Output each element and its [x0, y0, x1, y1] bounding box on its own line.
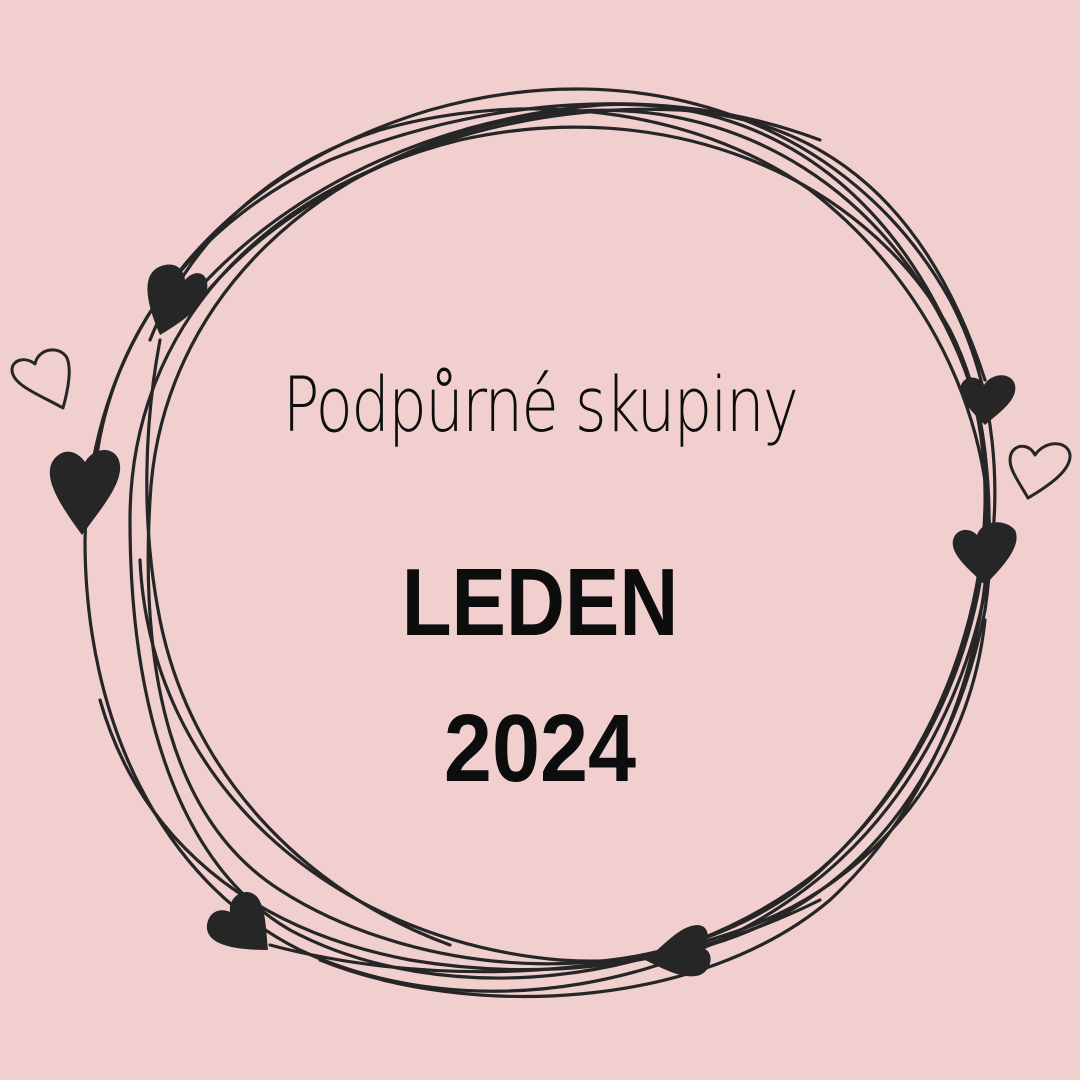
month-heading: LEDEN: [401, 549, 679, 656]
wreath-line: [146, 108, 987, 966]
wreath-line: [83, 87, 997, 993]
wreath-line: [198, 107, 987, 382]
wreath-line: [138, 107, 992, 963]
heart-outline-icon: [1008, 442, 1072, 500]
heart-icon: [49, 449, 121, 535]
heart-icon: [147, 264, 208, 335]
heart-outline-icon: [10, 348, 71, 410]
subtitle-text: Podpůrné skupiny: [282, 360, 799, 449]
wreath-lines: [83, 87, 997, 998]
poster: Podpůrné skupiny LEDEN 2024: [0, 0, 1080, 1080]
heart-icon: [206, 892, 268, 950]
heart-icon: [645, 925, 711, 977]
heart-wreath-illustration: [10, 87, 1072, 998]
year-heading: 2024: [443, 695, 637, 802]
